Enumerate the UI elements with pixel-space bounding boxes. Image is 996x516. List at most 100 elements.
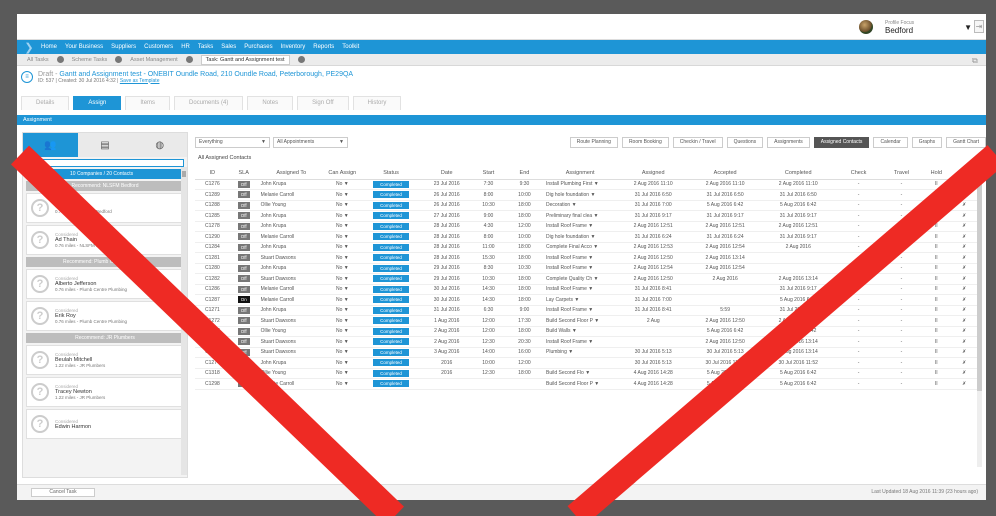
- can-assign-select[interactable]: No ▼: [324, 242, 360, 253]
- appointments-select[interactable]: All Appointments ▼: [273, 136, 348, 148]
- contact-card[interactable]: ? Considered Erik Roy 0.76 miles - Plumb Ce…: [26, 301, 184, 331]
- sla-badge[interactable]: Off: [237, 338, 250, 346]
- sla-badge[interactable]: Off: [237, 306, 250, 314]
- save-as-template-link[interactable]: Save as Template: [120, 78, 160, 84]
- nav-item-suppliers[interactable]: Suppliers: [111, 44, 136, 50]
- table-row[interactable]: C1289 Off Melanie Carroll No ▼ Completed 26 J…: [195, 189, 977, 201]
- table-scrollbar[interactable]: [977, 167, 982, 467]
- can-assign-select[interactable]: No ▼: [324, 200, 360, 211]
- can-assign-select[interactable]: No ▼: [324, 357, 360, 369]
- table-row[interactable]: C1286 Off Melanie Carroll No ▼ Completed 30 J…: [195, 284, 977, 295]
- nav-item-hr[interactable]: HR: [181, 44, 190, 50]
- filter-assigned-contacts-button[interactable]: Assigned Contacts: [813, 136, 870, 148]
- breadcrumb-item[interactable]: All Tasks: [27, 57, 49, 63]
- breadcrumb-item[interactable]: Asset Management: [130, 57, 177, 63]
- table-row[interactable]: C1273 Off Stuart Dawsons No ▼ Completed 3 Aug…: [195, 347, 977, 358]
- contact-card[interactable]: ? Considered Tracey Newton 1.22 miles - JR …: [26, 377, 184, 407]
- filter-checkin-travel-button[interactable]: Checkin / Travel: [672, 136, 723, 148]
- everything-select[interactable]: Everything ▼: [195, 136, 270, 148]
- tab-sign-off[interactable]: Sign Off: [297, 96, 349, 110]
- sla-badge[interactable]: Off: [237, 285, 250, 293]
- tab-assign[interactable]: Assign: [73, 96, 122, 110]
- table-row[interactable]: C1281 Off Stuart Dawsons No ▼ Completed 28 Ju…: [195, 252, 977, 264]
- table-row[interactable]: C1290 Off Melanie Carroll No ▼ Completed 28 J…: [195, 231, 977, 243]
- filter-calendar-button[interactable]: Calendar: [873, 136, 908, 148]
- chevron-down-icon[interactable]: ▼: [964, 23, 972, 32]
- nav-item-customers[interactable]: Customers: [144, 44, 173, 50]
- can-assign-select[interactable]: No ▼: [324, 231, 360, 243]
- table-row[interactable]: C1297 Off Ollie Young No ▼ Completed 2 Aug 20…: [195, 326, 977, 337]
- nav-item-purchases[interactable]: Purchases: [244, 44, 272, 50]
- sla-badge[interactable]: Off: [237, 369, 250, 377]
- can-assign-select[interactable]: No ▼: [324, 336, 360, 348]
- inbox-icon[interactable]: ▤: [77, 133, 133, 157]
- table-row[interactable]: C1298 Off Melanie Carroll No ▼ Completed Buil…: [195, 378, 977, 390]
- nav-item-inventory[interactable]: Inventory: [281, 44, 306, 50]
- nav-item-toolkit[interactable]: Toolkit: [342, 44, 359, 50]
- table-row[interactable]: C1279 Off Stuart Dawsons No ▼ Completed 2 Aug…: [195, 336, 977, 348]
- sla-badge[interactable]: Off: [237, 359, 250, 367]
- breadcrumb-close-icon[interactable]: [185, 56, 193, 63]
- sla-badge[interactable]: Off: [237, 180, 250, 188]
- can-assign-select[interactable]: No ▼: [324, 294, 360, 306]
- breadcrumb-close-icon[interactable]: [297, 56, 305, 63]
- contact-card[interactable]: ? Considered Alberto Jefferson 0.76 miles -…: [26, 269, 184, 299]
- can-assign-select[interactable]: No ▼: [324, 378, 360, 390]
- table-row[interactable]: C1285 Off John Krupa No ▼ Completed 27 Jul 20…: [195, 210, 977, 222]
- breadcrumb-item[interactable]: Scheme Tasks: [72, 57, 108, 63]
- nav-item-your-business[interactable]: Your Business: [65, 44, 103, 50]
- sla-badge[interactable]: Off: [237, 264, 250, 272]
- filter-assignments-button[interactable]: Assignments: [767, 136, 810, 148]
- table-row[interactable]: C1318 Off Ollie Young No ▼ Completed 2016 12:3…: [195, 368, 977, 379]
- sla-badge[interactable]: Off: [237, 317, 250, 325]
- table-row[interactable]: C1282 Off Stuart Dawsons No ▼ Completed 29 Ju…: [195, 273, 977, 285]
- left-scrollbar[interactable]: [181, 167, 187, 475]
- logout-icon[interactable]: ⇥: [974, 20, 984, 33]
- breadcrumb-close-icon[interactable]: [56, 56, 64, 63]
- tab-details[interactable]: Details: [21, 96, 70, 110]
- filter-questions-button[interactable]: Questions: [726, 136, 764, 148]
- sla-badge[interactable]: Off: [237, 222, 250, 230]
- table-row[interactable]: C1271 Off John Krupa No ▼ Completed 31 Jul 20…: [195, 305, 977, 316]
- tab-items[interactable]: Items: [125, 96, 171, 110]
- chevron-icon[interactable]: ❯: [17, 41, 41, 54]
- profile-menu[interactable]: Profile Focus Bedford ▼: [859, 18, 972, 36]
- contact-card[interactable]: ? Considered Beulah Mitchell 1.22 miles - J…: [26, 345, 184, 375]
- table-row[interactable]: C1280 Off John Krupa No ▼ Completed 29 Jul 20…: [195, 263, 977, 274]
- contact-search-input[interactable]: [26, 159, 184, 167]
- can-assign-select[interactable]: No ▼: [324, 210, 360, 222]
- can-assign-select[interactable]: No ▼: [324, 305, 360, 316]
- can-assign-select[interactable]: No ▼: [324, 221, 360, 232]
- can-assign-select[interactable]: No ▼: [324, 315, 360, 327]
- sla-badge[interactable]: Off: [237, 275, 250, 283]
- can-assign-select[interactable]: No ▼: [324, 263, 360, 274]
- table-row[interactable]: C1278 Off John Krupa No ▼ Completed 28 Jul 20…: [195, 221, 977, 232]
- sla-badge[interactable]: On: [237, 296, 250, 304]
- contact-card[interactable]: ? Considered Edwin Harmon: [26, 409, 184, 439]
- table-row[interactable]: C1284 Off John Krupa No ▼ Completed 28 Jul 20…: [195, 242, 977, 253]
- sla-badge[interactable]: Off: [237, 348, 250, 356]
- expand-icon[interactable]: ⧉: [972, 56, 982, 65]
- can-assign-select[interactable]: No ▼: [324, 368, 360, 379]
- table-row[interactable]: C1272 Off Stuart Dawsons No ▼ Completed 1 Aug…: [195, 315, 977, 327]
- table-row[interactable]: C1274 Off John Krupa No ▼ Completed 2016 10:00…: [195, 357, 977, 369]
- contact-card[interactable]: ? Considered Ad Thain 0.76 miles - NLSFM Be…: [26, 225, 184, 255]
- people-icon[interactable]: 👥: [23, 133, 78, 157]
- sla-badge[interactable]: Off: [237, 254, 250, 262]
- nav-item-sales[interactable]: Sales: [221, 44, 236, 50]
- sla-badge[interactable]: Off: [237, 191, 250, 199]
- tab-history[interactable]: History: [352, 96, 402, 110]
- can-assign-select[interactable]: No ▼: [324, 284, 360, 295]
- filter-route-planning-button[interactable]: Route Planning: [569, 136, 618, 148]
- sla-badge[interactable]: Off: [237, 201, 250, 209]
- can-assign-select[interactable]: No ▼: [324, 189, 360, 201]
- sla-badge[interactable]: Off: [237, 327, 250, 335]
- table-row[interactable]: C1276 Off John Krupa No ▼ Completed 23 Jul 20…: [195, 179, 977, 190]
- sla-badge[interactable]: Off: [237, 212, 250, 220]
- sla-badge[interactable]: Off: [237, 233, 250, 241]
- tab-notes[interactable]: Notes: [247, 96, 294, 110]
- nav-item-reports[interactable]: Reports: [313, 44, 334, 50]
- nav-item-tasks[interactable]: Tasks: [198, 44, 213, 50]
- can-assign-select[interactable]: No ▼: [324, 273, 360, 285]
- can-assign-select[interactable]: No ▼: [324, 347, 360, 358]
